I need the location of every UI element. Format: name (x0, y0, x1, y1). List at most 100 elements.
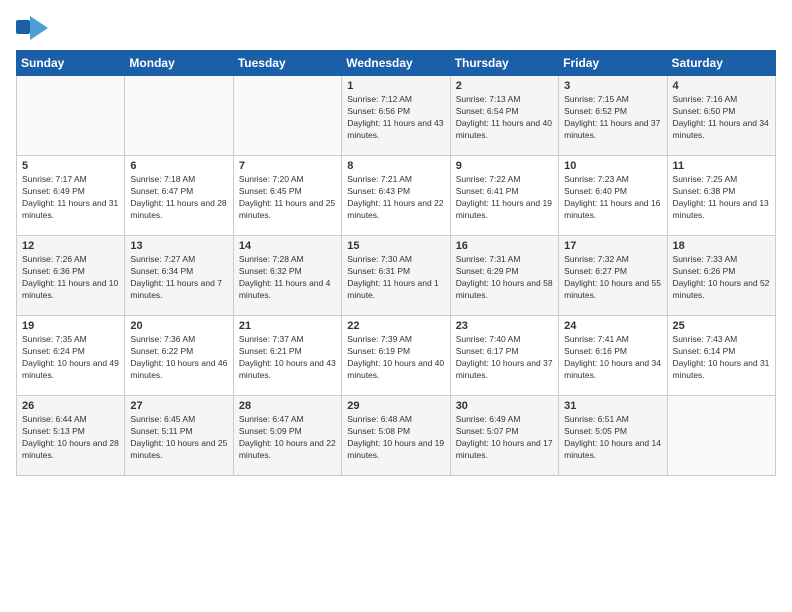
calendar-cell: 25Sunrise: 7:43 AM Sunset: 6:14 PM Dayli… (667, 316, 775, 396)
day-number: 1 (347, 80, 444, 92)
day-info: Sunrise: 7:21 AM Sunset: 6:43 PM Dayligh… (347, 174, 444, 222)
day-number: 18 (673, 240, 770, 252)
day-info: Sunrise: 6:47 AM Sunset: 5:09 PM Dayligh… (239, 414, 336, 462)
day-number: 16 (456, 240, 553, 252)
calendar-cell: 15Sunrise: 7:30 AM Sunset: 6:31 PM Dayli… (342, 236, 450, 316)
calendar-cell: 31 Sunrise: 6:51 AM Sunset: 5:05 PM Dayli… (559, 396, 667, 476)
day-number: 31 (564, 400, 661, 412)
day-number: 17 (564, 240, 661, 252)
day-info: Sunrise: 7:37 AM Sunset: 6:21 PM Dayligh… (239, 334, 336, 382)
day-info: Sunrise: 7:40 AM Sunset: 6:17 PM Dayligh… (456, 334, 553, 382)
day-number: 14 (239, 240, 336, 252)
day-number: 24 (564, 320, 661, 332)
calendar-cell (17, 76, 125, 156)
calendar-cell: 19Sunrise: 7:35 AM Sunset: 6:24 PM Dayli… (17, 316, 125, 396)
day-number: 4 (673, 80, 770, 92)
day-info: Sunrise: 7:18 AM Sunset: 6:47 PM Dayligh… (130, 174, 227, 222)
calendar-cell: 29 Sunrise: 6:48 AM Sunset: 5:08 PM Dayli… (342, 396, 450, 476)
calendar-week-row: 1 Sunrise: 7:12 AM Sunset: 6:56 PM Daylig… (17, 76, 776, 156)
day-number: 5 (22, 160, 119, 172)
calendar-table: SundayMondayTuesdayWednesdayThursdayFrid… (16, 50, 776, 476)
calendar-cell: 18Sunrise: 7:33 AM Sunset: 6:26 PM Dayli… (667, 236, 775, 316)
calendar-cell: 20 Sunrise: 7:36 AM Sunset: 6:22 PM Dayli… (125, 316, 233, 396)
day-number: 12 (22, 240, 119, 252)
calendar-header-friday: Friday (559, 51, 667, 76)
calendar-cell (233, 76, 341, 156)
calendar-cell: 21Sunrise: 7:37 AM Sunset: 6:21 PM Dayli… (233, 316, 341, 396)
calendar-header-saturday: Saturday (667, 51, 775, 76)
calendar-cell: 5 Sunrise: 7:17 AM Sunset: 6:49 PM Daylig… (17, 156, 125, 236)
day-info: Sunrise: 7:35 AM Sunset: 6:24 PM Dayligh… (22, 334, 119, 382)
calendar-cell: 12 Sunrise: 7:26 AM Sunset: 6:36 PM Dayli… (17, 236, 125, 316)
calendar-week-row: 5 Sunrise: 7:17 AM Sunset: 6:49 PM Daylig… (17, 156, 776, 236)
day-info: Sunrise: 7:28 AM Sunset: 6:32 PM Dayligh… (239, 254, 336, 302)
day-info: Sunrise: 7:26 AM Sunset: 6:36 PM Dayligh… (22, 254, 119, 302)
day-number: 15 (347, 240, 444, 252)
calendar-cell: 30Sunrise: 6:49 AM Sunset: 5:07 PM Dayli… (450, 396, 558, 476)
calendar-cell: 10 Sunrise: 7:23 AM Sunset: 6:40 PM Dayli… (559, 156, 667, 236)
day-info: Sunrise: 7:27 AM Sunset: 6:34 PM Dayligh… (130, 254, 227, 302)
calendar-header-sunday: Sunday (17, 51, 125, 76)
calendar-cell: 2 Sunrise: 7:13 AM Sunset: 6:54 PM Daylig… (450, 76, 558, 156)
calendar-cell: 11 Sunrise: 7:25 AM Sunset: 6:38 PM Dayli… (667, 156, 775, 236)
calendar-cell: 27Sunrise: 6:45 AM Sunset: 5:11 PM Dayli… (125, 396, 233, 476)
calendar-cell: 9Sunrise: 7:22 AM Sunset: 6:41 PM Daylig… (450, 156, 558, 236)
day-number: 2 (456, 80, 553, 92)
calendar-cell (667, 396, 775, 476)
day-number: 22 (347, 320, 444, 332)
day-info: Sunrise: 7:23 AM Sunset: 6:40 PM Dayligh… (564, 174, 661, 222)
day-number: 28 (239, 400, 336, 412)
calendar-cell: 8 Sunrise: 7:21 AM Sunset: 6:43 PM Daylig… (342, 156, 450, 236)
day-number: 26 (22, 400, 119, 412)
calendar-header-tuesday: Tuesday (233, 51, 341, 76)
calendar-cell: 7Sunrise: 7:20 AM Sunset: 6:45 PM Daylig… (233, 156, 341, 236)
day-number: 29 (347, 400, 444, 412)
calendar-header-thursday: Thursday (450, 51, 558, 76)
calendar-cell: 17 Sunrise: 7:32 AM Sunset: 6:27 PM Dayli… (559, 236, 667, 316)
calendar-cell: 26Sunrise: 6:44 AM Sunset: 5:13 PM Dayli… (17, 396, 125, 476)
day-info: Sunrise: 7:15 AM Sunset: 6:52 PM Dayligh… (564, 94, 661, 142)
day-info: Sunrise: 7:43 AM Sunset: 6:14 PM Dayligh… (673, 334, 770, 382)
day-number: 6 (130, 160, 227, 172)
day-info: Sunrise: 7:32 AM Sunset: 6:27 PM Dayligh… (564, 254, 661, 302)
day-number: 11 (673, 160, 770, 172)
calendar-cell: 22 Sunrise: 7:39 AM Sunset: 6:19 PM Dayli… (342, 316, 450, 396)
calendar-cell: 23 Sunrise: 7:40 AM Sunset: 6:17 PM Dayli… (450, 316, 558, 396)
day-info: Sunrise: 7:16 AM Sunset: 6:50 PM Dayligh… (673, 94, 770, 142)
day-info: Sunrise: 7:12 AM Sunset: 6:56 PM Dayligh… (347, 94, 444, 142)
day-info: Sunrise: 7:36 AM Sunset: 6:22 PM Dayligh… (130, 334, 227, 382)
day-number: 13 (130, 240, 227, 252)
calendar-week-row: 12 Sunrise: 7:26 AM Sunset: 6:36 PM Dayli… (17, 236, 776, 316)
calendar-cell: 6 Sunrise: 7:18 AM Sunset: 6:47 PM Daylig… (125, 156, 233, 236)
day-number: 23 (456, 320, 553, 332)
day-info: Sunrise: 6:51 AM Sunset: 5:05 PM Dayligh… (564, 414, 661, 462)
calendar-cell: 13 Sunrise: 7:27 AM Sunset: 6:34 PM Dayli… (125, 236, 233, 316)
calendar-header-wednesday: Wednesday (342, 51, 450, 76)
day-info: Sunrise: 7:25 AM Sunset: 6:38 PM Dayligh… (673, 174, 770, 222)
calendar-cell: 16 Sunrise: 7:31 AM Sunset: 6:29 PM Dayli… (450, 236, 558, 316)
day-info: Sunrise: 7:13 AM Sunset: 6:54 PM Dayligh… (456, 94, 553, 142)
day-info: Sunrise: 7:41 AM Sunset: 6:16 PM Dayligh… (564, 334, 661, 382)
logo-icon (16, 16, 48, 40)
calendar-header-monday: Monday (125, 51, 233, 76)
calendar-cell: 4 Sunrise: 7:16 AM Sunset: 6:50 PM Daylig… (667, 76, 775, 156)
day-number: 7 (239, 160, 336, 172)
day-number: 30 (456, 400, 553, 412)
day-info: Sunrise: 7:39 AM Sunset: 6:19 PM Dayligh… (347, 334, 444, 382)
calendar-header-row: SundayMondayTuesdayWednesdayThursdayFrid… (17, 51, 776, 76)
calendar-cell (125, 76, 233, 156)
day-number: 20 (130, 320, 227, 332)
day-info: Sunrise: 7:17 AM Sunset: 6:49 PM Dayligh… (22, 174, 119, 222)
day-info: Sunrise: 7:31 AM Sunset: 6:29 PM Dayligh… (456, 254, 553, 302)
day-info: Sunrise: 7:22 AM Sunset: 6:41 PM Dayligh… (456, 174, 553, 222)
day-info: Sunrise: 6:48 AM Sunset: 5:08 PM Dayligh… (347, 414, 444, 462)
day-number: 27 (130, 400, 227, 412)
day-number: 10 (564, 160, 661, 172)
day-number: 3 (564, 80, 661, 92)
calendar-week-row: 19Sunrise: 7:35 AM Sunset: 6:24 PM Dayli… (17, 316, 776, 396)
calendar-cell: 28 Sunrise: 6:47 AM Sunset: 5:09 PM Dayli… (233, 396, 341, 476)
calendar-cell: 3 Sunrise: 7:15 AM Sunset: 6:52 PM Daylig… (559, 76, 667, 156)
calendar-week-row: 26Sunrise: 6:44 AM Sunset: 5:13 PM Dayli… (17, 396, 776, 476)
day-number: 8 (347, 160, 444, 172)
calendar-cell: 14 Sunrise: 7:28 AM Sunset: 6:32 PM Dayli… (233, 236, 341, 316)
